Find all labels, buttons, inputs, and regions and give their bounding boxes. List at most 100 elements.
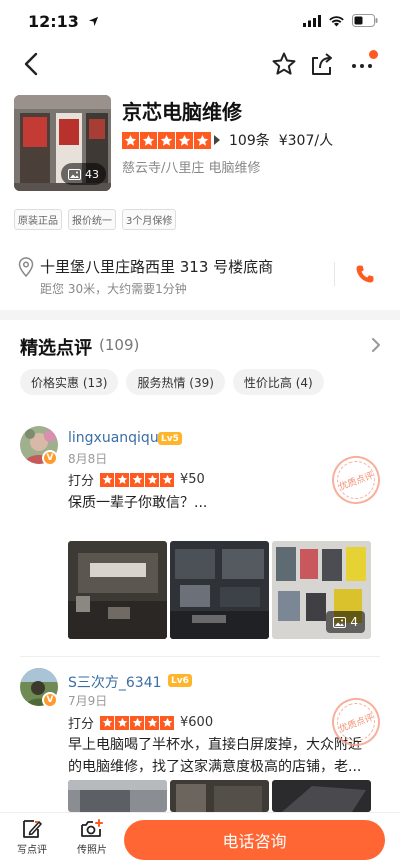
review-price: ¥600 bbox=[180, 715, 214, 730]
reviews-count: (109) bbox=[99, 336, 140, 354]
score-label: 打分 bbox=[68, 474, 95, 489]
review-username[interactable]: lingxuanqiqu bbox=[68, 430, 159, 446]
shop-tags: 原装正品 报价统一 3个月保修 bbox=[14, 209, 177, 230]
verified-badge: V bbox=[42, 692, 58, 708]
write-review-button[interactable]: 写点评 bbox=[12, 819, 52, 856]
star-icon bbox=[162, 717, 172, 727]
shop-address[interactable]: 十里堡八里庄路西里 313 号楼底商 bbox=[40, 256, 273, 277]
star-icon bbox=[162, 474, 172, 484]
location-arrow-icon bbox=[88, 16, 98, 27]
review-stars bbox=[100, 472, 175, 487]
star-icon bbox=[196, 134, 209, 146]
write-review-label: 写点评 bbox=[17, 845, 47, 856]
chip-cost-effective[interactable]: 性价比高 (4) bbox=[232, 369, 324, 395]
location-pin-icon bbox=[18, 257, 34, 277]
tag-warranty: 3个月保修 bbox=[122, 209, 177, 230]
camera-plus-icon bbox=[81, 819, 103, 837]
review-photo[interactable] bbox=[170, 541, 269, 639]
star-icon bbox=[132, 717, 142, 727]
review-photo[interactable] bbox=[68, 780, 167, 812]
reviews-title: 精选点评 bbox=[20, 338, 92, 359]
rating-row[interactable]: 109条 ¥307/人 bbox=[122, 130, 333, 150]
shop-photo[interactable]: 43 bbox=[14, 95, 111, 191]
upload-photo-button[interactable]: 传照片 bbox=[72, 819, 112, 856]
review-divider bbox=[20, 656, 380, 657]
review-score-row: 打分 ¥50 bbox=[68, 470, 205, 489]
chevron-right-icon[interactable] bbox=[369, 336, 383, 354]
workbench-photo bbox=[170, 541, 269, 639]
shop-distance: 距您 30米，大约需要1分钟 bbox=[40, 282, 187, 296]
chip-price-value[interactable]: 价格实惠 (13) bbox=[20, 369, 119, 395]
rating-expand-icon bbox=[214, 135, 220, 145]
chip-service-warm[interactable]: 服务热情 (39) bbox=[126, 369, 225, 395]
review-item[interactable]: V S三次方_6341 Lv6 7月9日 打分 ¥600 早上电脑喝了半杯水，直… bbox=[0, 662, 400, 812]
review-photo-image bbox=[272, 780, 371, 812]
star-icon bbox=[147, 717, 157, 727]
review-photo[interactable] bbox=[272, 780, 371, 812]
star-icon bbox=[178, 134, 191, 146]
notification-dot bbox=[369, 50, 378, 59]
divider bbox=[334, 262, 335, 286]
review-photo[interactable] bbox=[170, 780, 269, 812]
wifi-icon bbox=[329, 15, 344, 26]
photo-count: 43 bbox=[85, 167, 99, 181]
star-icon bbox=[102, 474, 112, 484]
image-count: 4 bbox=[350, 615, 358, 629]
review-photo[interactable] bbox=[68, 541, 167, 639]
review-stars bbox=[100, 715, 175, 730]
review-text-line: 的电脑维修，找了这家满意度极高的店铺，老... bbox=[68, 759, 362, 775]
star-icon bbox=[117, 717, 127, 727]
review-item[interactable]: V lingxuanqiqu Lv5 8月8日 打分 ¥50 保质一辈子你敢信？… bbox=[0, 420, 400, 660]
photo-count-badge: 43 bbox=[61, 163, 106, 185]
shop-category[interactable]: 慈云寺/八里庄 电脑维修 bbox=[122, 157, 261, 176]
review-text[interactable]: 保质一辈子你敢信？... bbox=[68, 492, 207, 514]
quality-review-stamp: 优质点评 bbox=[325, 449, 387, 511]
status-time: 12:13 bbox=[28, 12, 99, 31]
star-icon bbox=[142, 134, 155, 146]
review-username[interactable]: S三次方_6341 bbox=[68, 672, 162, 692]
image-icon bbox=[333, 616, 347, 628]
review-date: 7月9日 bbox=[68, 694, 108, 708]
score-label: 打分 bbox=[68, 717, 95, 732]
review-score-row: 打分 ¥600 bbox=[68, 713, 213, 732]
battery-icon bbox=[352, 14, 378, 27]
image-icon bbox=[68, 168, 81, 180]
top-nav bbox=[0, 44, 400, 84]
review-text[interactable]: 早上电脑喝了半杯水，直接白屏废掉，大众附近 的电脑维修，找了这家满意度极高的店铺… bbox=[68, 734, 384, 778]
avg-price: ¥307/人 bbox=[278, 133, 334, 149]
status-time-text: 12:13 bbox=[28, 12, 79, 31]
review-filter-chips: 价格实惠 (13) 服务热情 (39) 性价比高 (4) bbox=[20, 369, 324, 395]
rating-stars bbox=[122, 131, 211, 149]
review-photo[interactable]: 4 bbox=[272, 541, 371, 639]
upload-photo-label: 传照片 bbox=[77, 845, 107, 856]
level-badge: Lv6 bbox=[168, 674, 192, 687]
star-icon bbox=[147, 474, 157, 484]
share-icon[interactable] bbox=[308, 50, 336, 78]
star-icon bbox=[117, 474, 127, 484]
tag-unified-quote: 报价统一 bbox=[68, 209, 116, 230]
bottom-action-bar: 写点评 传照片 电话咨询 bbox=[0, 812, 400, 866]
tag-genuine: 原装正品 bbox=[14, 209, 62, 230]
verified-badge: V bbox=[42, 450, 58, 466]
signal-icon bbox=[303, 14, 321, 27]
phone-icon[interactable] bbox=[355, 264, 375, 284]
favorite-star-icon[interactable] bbox=[270, 50, 298, 78]
review-photo-image bbox=[170, 780, 269, 812]
back-icon[interactable] bbox=[18, 50, 46, 78]
star-icon bbox=[102, 717, 112, 727]
star-icon bbox=[132, 474, 142, 484]
write-review-icon bbox=[23, 820, 42, 838]
shop-interior-photo bbox=[68, 541, 167, 639]
call-consult-button[interactable]: 电话咨询 bbox=[124, 820, 385, 860]
review-photo-image bbox=[68, 780, 167, 812]
image-count-badge: 4 bbox=[326, 611, 365, 633]
star-icon bbox=[124, 134, 137, 146]
review-price: ¥50 bbox=[180, 472, 205, 487]
section-divider bbox=[0, 310, 400, 320]
shop-name: 京芯电脑维修 bbox=[122, 100, 242, 124]
status-bar: 12:13 bbox=[0, 0, 400, 44]
review-count: 109条 bbox=[229, 133, 270, 149]
star-icon bbox=[160, 134, 173, 146]
level-badge: Lv5 bbox=[158, 432, 182, 445]
review-date: 8月8日 bbox=[68, 452, 108, 466]
